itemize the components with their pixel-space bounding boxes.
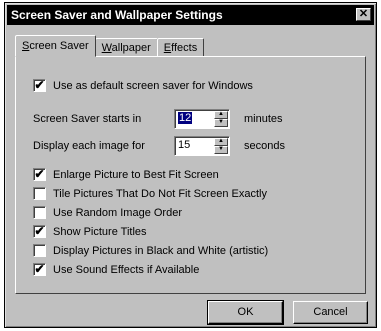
- display-time-arrows: ▲ ▼: [214, 138, 228, 154]
- tab-screen-saver[interactable]: Screen Saver: [15, 35, 96, 57]
- option-enlarge-checkbox[interactable]: ✔: [33, 167, 46, 181]
- option-titles[interactable]: ✔ Show Picture Titles: [33, 224, 147, 239]
- tab-wallpaper[interactable]: Wallpaper: [94, 38, 158, 57]
- display-time-row: Display each image for 15 ▲ ▼ seconds: [33, 136, 285, 156]
- check-icon: ✔: [34, 78, 45, 92]
- option-tile-label: Tile Pictures That Do Not Fit Screen Exa…: [53, 187, 267, 200]
- default-screensaver-label: Use as default screen saver for Windows: [53, 79, 253, 92]
- option-enlarge-label: Enlarge Picture to Best Fit Screen: [53, 168, 219, 181]
- tab-screen-saver-label: creen Saver: [29, 40, 89, 52]
- arrow-up-icon: ▲: [218, 138, 224, 144]
- screen-saver-panel: ✔ Use as default screen saver for Window…: [15, 56, 366, 294]
- title-bar[interactable]: Screen Saver and Wallpaper Settings ✕: [7, 5, 374, 25]
- option-titles-checkbox[interactable]: ✔: [33, 224, 46, 238]
- option-random-label: Use Random Image Order: [53, 206, 182, 219]
- option-random[interactable]: Use Random Image Order: [33, 205, 182, 220]
- arrow-up-icon: ▲: [218, 111, 224, 117]
- option-enlarge[interactable]: ✔ Enlarge Picture to Best Fit Screen: [33, 167, 219, 182]
- default-screensaver-option[interactable]: ✔ Use as default screen saver for Window…: [33, 78, 253, 93]
- display-time-label: Display each image for: [33, 140, 145, 152]
- start-delay-value[interactable]: 12: [178, 112, 193, 124]
- option-black-white[interactable]: Display Pictures in Black and White (art…: [33, 243, 268, 258]
- option-sound-checkbox[interactable]: ✔: [33, 262, 46, 276]
- start-delay-down-button[interactable]: ▼: [214, 119, 228, 127]
- tab-effects[interactable]: Effects: [156, 38, 205, 57]
- start-delay-stepper[interactable]: 12 ▲ ▼: [174, 109, 230, 129]
- display-time-stepper[interactable]: 15 ▲ ▼: [174, 136, 230, 156]
- display-time-value[interactable]: 15: [178, 139, 190, 151]
- option-random-checkbox[interactable]: [33, 206, 46, 219]
- tab-wallpaper-label: allpaper: [111, 42, 151, 54]
- check-icon: ✔: [34, 224, 45, 238]
- start-delay-unit: minutes: [244, 113, 283, 125]
- option-sound-label: Use Sound Effects if Available: [53, 263, 200, 276]
- tab-wallpaper-accesskey: W: [101, 42, 112, 54]
- close-icon: ✕: [358, 8, 369, 20]
- start-delay-arrows: ▲ ▼: [214, 111, 228, 127]
- check-icon: ✔: [34, 262, 45, 276]
- default-screensaver-checkbox[interactable]: ✔: [33, 78, 46, 92]
- check-icon: ✔: [34, 167, 45, 181]
- tab-strip: Screen Saver Wallpaper Effects: [15, 35, 205, 57]
- option-black-white-label: Display Pictures in Black and White (art…: [53, 244, 269, 257]
- tab-effects-label: ffects: [171, 42, 198, 54]
- ok-button[interactable]: OK: [207, 300, 284, 325]
- option-tile-checkbox[interactable]: [33, 187, 46, 200]
- display-time-up-button[interactable]: ▲: [214, 138, 228, 146]
- display-time-down-button[interactable]: ▼: [214, 146, 228, 154]
- start-delay-label: Screen Saver starts in: [33, 113, 142, 125]
- start-delay-row: Screen Saver starts in 12 ▲ ▼ minutes: [33, 109, 283, 129]
- arrow-down-icon: ▼: [218, 119, 224, 125]
- display-time-unit: seconds: [244, 140, 285, 152]
- cancel-button[interactable]: Cancel: [293, 301, 368, 324]
- arrow-down-icon: ▼: [218, 146, 224, 152]
- window-title: Screen Saver and Wallpaper Settings: [11, 8, 223, 22]
- start-delay-up-button[interactable]: ▲: [214, 111, 228, 119]
- settings-dialog: Screen Saver and Wallpaper Settings ✕ Sc…: [4, 2, 377, 328]
- close-button[interactable]: ✕: [356, 8, 371, 21]
- option-titles-label: Show Picture Titles: [53, 225, 147, 238]
- option-tile[interactable]: Tile Pictures That Do Not Fit Screen Exa…: [33, 186, 267, 201]
- option-black-white-checkbox[interactable]: [33, 244, 46, 257]
- option-sound[interactable]: ✔ Use Sound Effects if Available: [33, 262, 199, 277]
